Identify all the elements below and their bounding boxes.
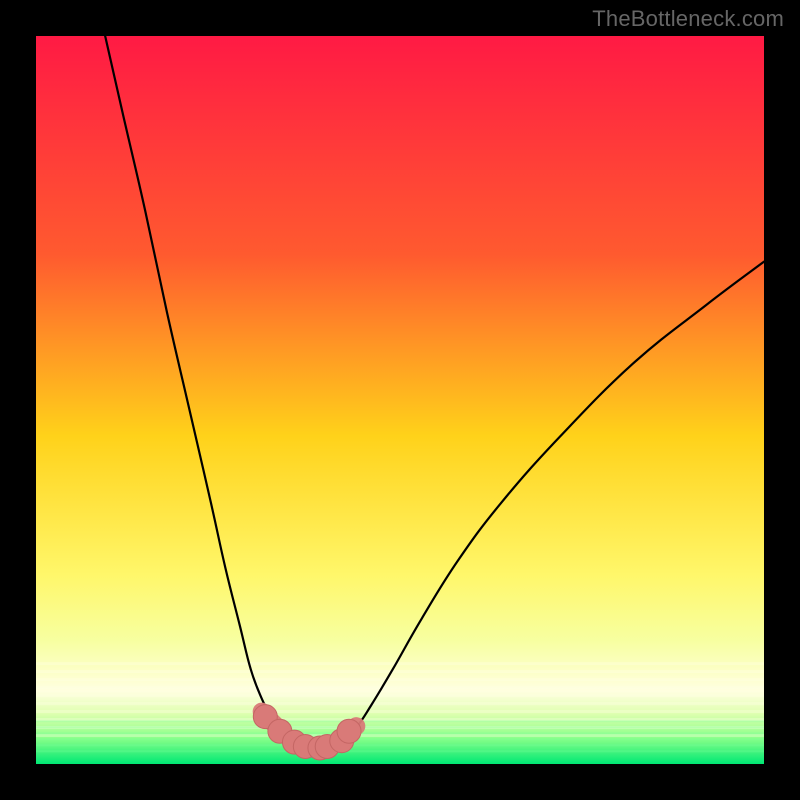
plot-area (36, 36, 764, 764)
valley-marker (337, 719, 361, 743)
watermark-text: TheBottleneck.com (592, 6, 784, 32)
chart-svg (36, 36, 764, 764)
chart-container: TheBottleneck.com (0, 0, 800, 800)
